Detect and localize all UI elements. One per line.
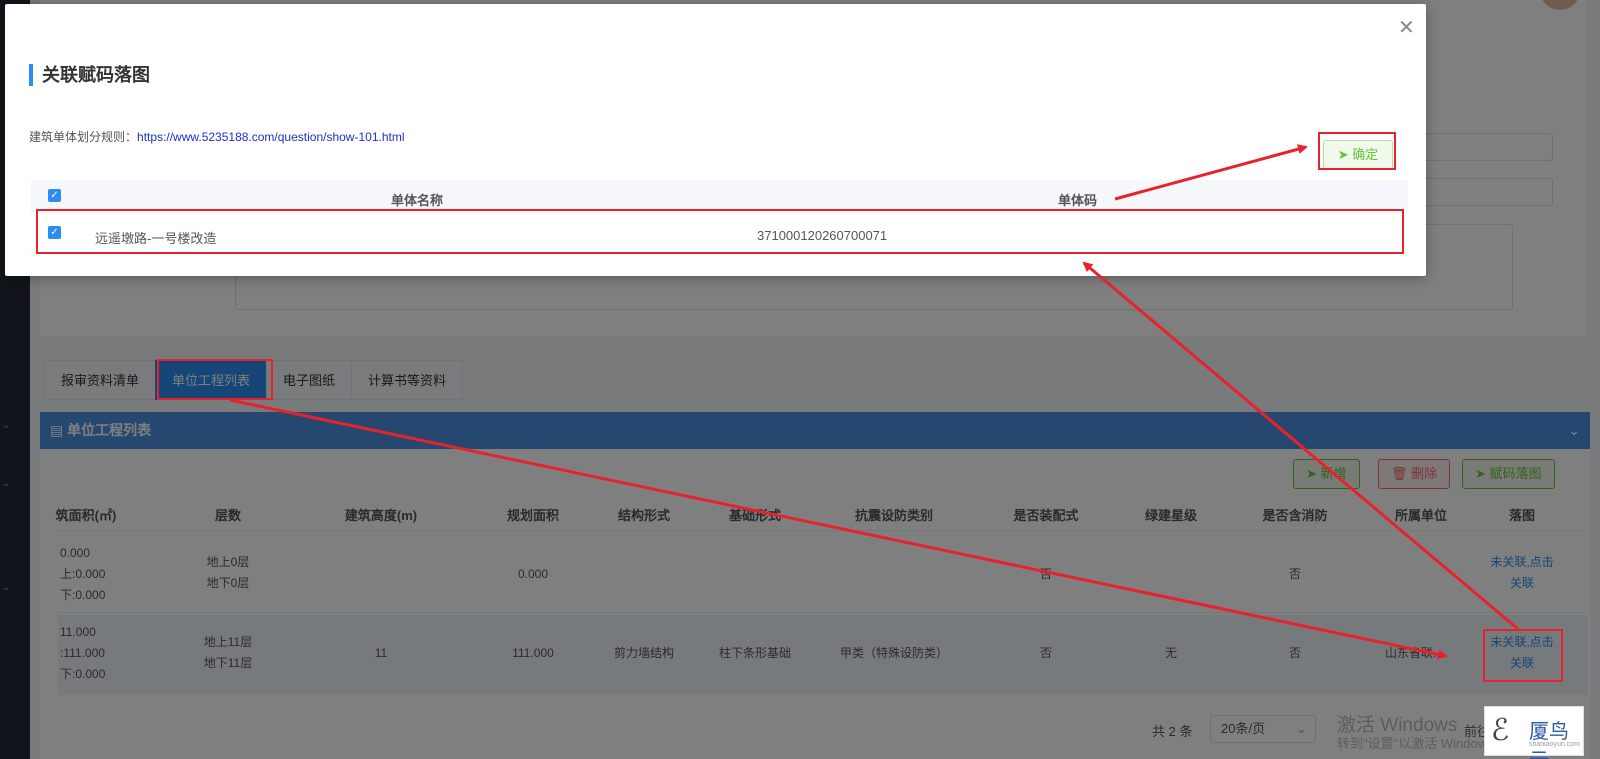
rule-link[interactable]: https://www.5235188.com/question/show-10… [137, 130, 404, 144]
select-all-checkbox[interactable]: ✓ [48, 189, 61, 202]
site-logo: ℰ 厦鸟云 shaniaoyun.com [1484, 706, 1584, 759]
annotation-box [157, 359, 273, 400]
logo-text: 厦鸟云 [1529, 721, 1569, 759]
annotation-box [1483, 629, 1563, 682]
column-header: 单体名称 [391, 193, 444, 208]
modal-title: 关联赋码落图 [29, 64, 150, 86]
close-icon[interactable]: ✕ [1398, 18, 1415, 38]
annotation-box [36, 209, 1404, 254]
column-header: 单体码 [1058, 193, 1098, 208]
logo-icon: ℰ [1491, 714, 1510, 747]
rule-label: 建筑单体划分规则： [29, 130, 138, 144]
rule-row: 建筑单体划分规则：https://www.5235188.com/questio… [29, 128, 405, 145]
annotation-box [1318, 132, 1396, 170]
logo-sub: shaniaoyun.com [1529, 741, 1580, 748]
